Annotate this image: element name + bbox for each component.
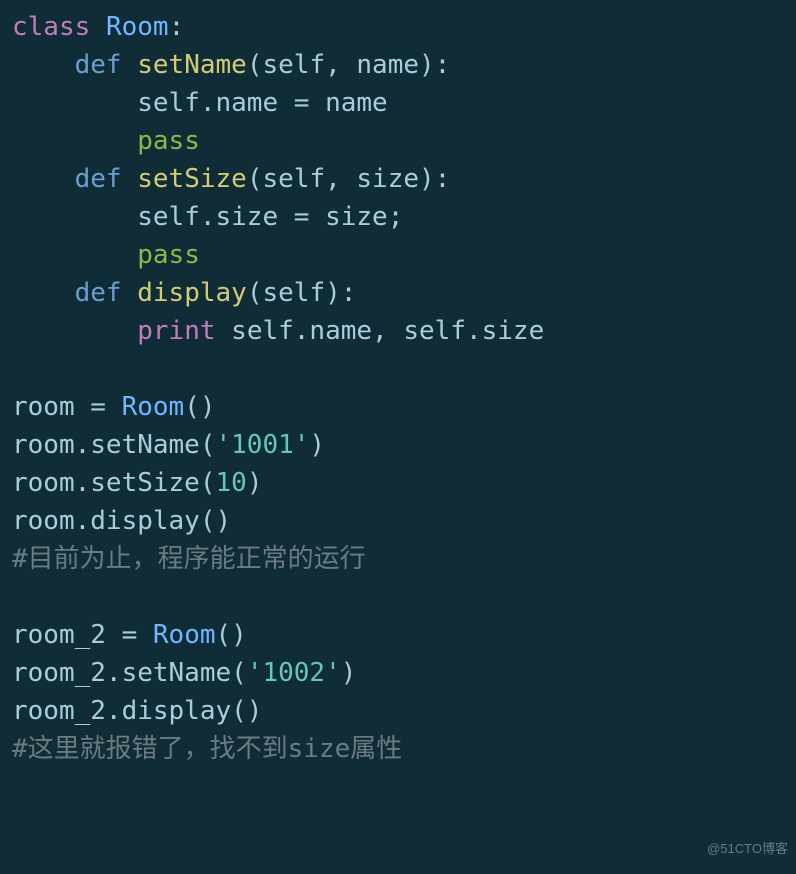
print-args: self.name, self.size	[216, 316, 545, 346]
rparen: )	[309, 430, 325, 460]
rparen: )	[247, 468, 263, 498]
method-display: display	[137, 278, 247, 308]
stmt-assign-size: self.size = size;	[137, 202, 403, 232]
keyword-pass: pass	[137, 240, 200, 270]
keyword-def: def	[75, 278, 122, 308]
ctor-room: Room	[153, 620, 216, 650]
colon: :	[169, 12, 185, 42]
params: (self, size):	[247, 164, 451, 194]
call-setsize: room.setSize(	[12, 468, 216, 498]
var-room2-assign: room_2 =	[12, 620, 153, 650]
keyword-def: def	[75, 164, 122, 194]
ctor-room: Room	[122, 392, 185, 422]
method-setname: setName	[137, 50, 247, 80]
keyword-class: class	[12, 12, 90, 42]
call-setname: room.setName(	[12, 430, 216, 460]
method-setsize: setSize	[137, 164, 247, 194]
number-10: 10	[216, 468, 247, 498]
class-name: Room	[106, 12, 169, 42]
keyword-def: def	[75, 50, 122, 80]
string-1002: '1002'	[247, 658, 341, 688]
keyword-print: print	[137, 316, 215, 346]
call-display-2: room_2.display()	[12, 696, 262, 726]
rparen: )	[341, 658, 357, 688]
keyword-pass: pass	[137, 126, 200, 156]
parens: ()	[216, 620, 247, 650]
call-display: room.display()	[12, 506, 231, 536]
code-block: class Room: def setName(self, name): sel…	[0, 0, 796, 776]
params: (self, name):	[247, 50, 451, 80]
watermark: @51CTO博客	[707, 830, 788, 868]
parens: ()	[184, 392, 215, 422]
comment-error: #这里就报错了，找不到size属性	[12, 734, 402, 764]
call-setname-2: room_2.setName(	[12, 658, 247, 688]
comment-ok: #目前为止，程序能正常的运行	[12, 544, 366, 574]
string-1001: '1001'	[216, 430, 310, 460]
params: (self):	[247, 278, 357, 308]
stmt-assign-name: self.name = name	[137, 88, 387, 118]
var-room-assign: room =	[12, 392, 122, 422]
